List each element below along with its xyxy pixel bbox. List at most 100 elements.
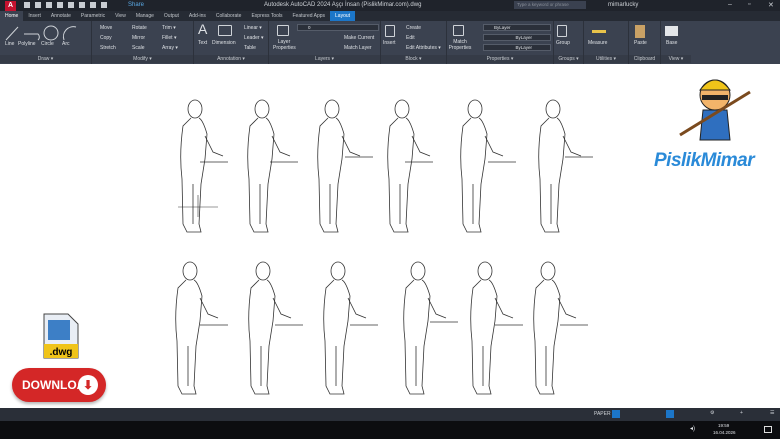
modify-panel-label[interactable]: Modify ▾ (92, 55, 193, 63)
measure-button[interactable]: Measure (588, 40, 607, 46)
tab-home[interactable]: Home (0, 11, 24, 21)
make-current-button[interactable]: Make Current (344, 35, 374, 41)
new-icon[interactable] (24, 2, 30, 8)
undo-icon[interactable] (90, 2, 96, 8)
save-icon[interactable] (46, 2, 52, 8)
status-bar: PAPER ⚙ + ☰ (0, 408, 780, 421)
snap-icon[interactable] (666, 410, 674, 418)
close-button[interactable]: ✕ (768, 1, 774, 9)
text-button[interactable]: Text (198, 40, 207, 46)
tab-annotate[interactable]: Annotate (46, 11, 76, 21)
clock-time: 19:59 (718, 423, 730, 428)
tab-output[interactable]: Output (159, 11, 184, 21)
trim-button[interactable]: Trim ▾ (162, 25, 176, 31)
circle-button[interactable]: Circle (41, 41, 54, 47)
tab-parametric[interactable]: Parametric (76, 11, 110, 21)
notifications-icon[interactable] (764, 426, 772, 433)
volume-icon[interactable]: ◂) (690, 425, 695, 432)
group-button[interactable]: Group (556, 40, 570, 46)
drawing-canvas[interactable]: PislikMimar (0, 64, 780, 408)
chef-figure (175, 261, 219, 395)
fillet-button[interactable]: Fillet ▾ (162, 35, 176, 41)
match-properties-button[interactable]: Match Properties (448, 39, 472, 51)
paper-space-toggle[interactable]: PAPER (594, 411, 611, 417)
rotate-button[interactable]: Rotate (132, 25, 147, 31)
draw-panel-label[interactable]: Draw ▾ (0, 55, 91, 63)
maximize-button[interactable]: ▫ (748, 1, 750, 8)
stretch-button[interactable]: Stretch (100, 45, 116, 51)
download-button[interactable]: DOWNLOAD ⬇ (12, 368, 106, 402)
paste-icon[interactable] (635, 25, 645, 38)
dimension-icon[interactable] (218, 25, 232, 36)
share-button[interactable]: Share (128, 2, 144, 8)
layer-properties-icon[interactable] (277, 25, 289, 36)
tab-addins[interactable]: Add-ins (184, 11, 211, 21)
linear-button[interactable]: Linear ▾ (244, 25, 262, 31)
brand-logo-text: PislikMimar (654, 150, 755, 171)
tab-express-tools[interactable]: Express Tools (246, 11, 287, 21)
tab-manage[interactable]: Manage (131, 11, 159, 21)
autocad-logo[interactable]: A (5, 1, 16, 11)
menu-icon[interactable]: ☰ (770, 410, 774, 416)
polyline-button[interactable]: Polyline (18, 41, 36, 47)
text-icon[interactable]: A (198, 21, 207, 37)
lineweight-dropdown[interactable]: ByLayer (483, 44, 551, 51)
user-account[interactable]: mimarlucky (608, 2, 638, 8)
redo-icon[interactable] (101, 2, 107, 8)
block-panel-label[interactable]: Block ▾ (381, 55, 446, 63)
plus-icon[interactable]: + (740, 410, 743, 416)
tab-view[interactable]: View (110, 11, 131, 21)
clipboard-panel-label[interactable]: Clipboard (629, 55, 660, 63)
utilities-panel-label[interactable]: Utilities ▾ (584, 55, 628, 63)
groups-panel-label[interactable]: Groups ▾ (554, 55, 583, 63)
tab-layout[interactable]: Layout (330, 11, 356, 21)
search-input[interactable]: Type a keyword or phrase (514, 1, 586, 9)
layer-dropdown[interactable]: 0 (297, 24, 379, 31)
plot-icon[interactable] (68, 2, 74, 8)
view-panel-label[interactable]: View ▾ (661, 55, 691, 63)
properties-panel-label[interactable]: Properties ▾ (447, 55, 553, 63)
layer-properties-button[interactable]: Layer Properties (273, 39, 296, 51)
open-icon[interactable] (35, 2, 41, 8)
table-button[interactable]: Table (244, 45, 256, 51)
insert-button[interactable]: Insert (383, 40, 396, 46)
group-icon[interactable] (557, 25, 567, 37)
paste-button[interactable]: Paste (634, 40, 647, 46)
insert-icon[interactable] (385, 25, 395, 37)
grid-icon[interactable] (612, 410, 620, 418)
move-button[interactable]: Move (100, 25, 112, 31)
scale-button[interactable]: Scale (132, 45, 145, 51)
tab-featured-apps[interactable]: Featured Apps (288, 11, 331, 21)
color-dropdown[interactable]: ByLayer (483, 24, 551, 31)
measure-icon[interactable] (592, 30, 606, 33)
mirror-button[interactable]: Mirror (132, 35, 145, 41)
array-button[interactable]: Array ▾ (162, 45, 178, 51)
copy-button[interactable]: Copy (100, 35, 112, 41)
create-block-button[interactable]: Create (406, 25, 421, 31)
arc-button[interactable]: Arc (62, 41, 70, 47)
chef-figure-row-1 (178, 99, 593, 233)
annotation-panel-label[interactable]: Annotation ▾ (194, 55, 268, 63)
settings-icon[interactable]: ⚙ (710, 410, 714, 416)
tab-collaborate[interactable]: Collaborate (211, 11, 247, 21)
edit-block-button[interactable]: Edit (406, 35, 415, 41)
dimension-button[interactable]: Dimension (212, 40, 236, 46)
base-icon[interactable] (665, 26, 678, 36)
block-panel: Insert Create Edit Edit Attributes ▾ Blo… (381, 21, 447, 64)
saveas-icon[interactable] (57, 2, 63, 8)
leader-button[interactable]: Leader ▾ (244, 35, 263, 41)
quick-access-toolbar (24, 2, 107, 8)
minimize-button[interactable]: – (728, 1, 732, 8)
linetype-dropdown[interactable]: ByLayer (483, 34, 551, 41)
base-button[interactable]: Base (666, 40, 677, 46)
chef-figure (248, 261, 292, 395)
line-button[interactable]: Line (5, 41, 14, 47)
dwg-extension-label: .dwg (50, 347, 73, 358)
layers-panel-label[interactable]: Layers ▾ (269, 55, 380, 63)
print-icon[interactable] (79, 2, 85, 8)
tab-insert[interactable]: Insert (23, 11, 46, 21)
match-properties-icon[interactable] (453, 25, 464, 36)
edit-attributes-button[interactable]: Edit Attributes ▾ (406, 45, 441, 51)
match-layer-button[interactable]: Match Layer (344, 45, 372, 51)
chef-figure (180, 99, 224, 233)
